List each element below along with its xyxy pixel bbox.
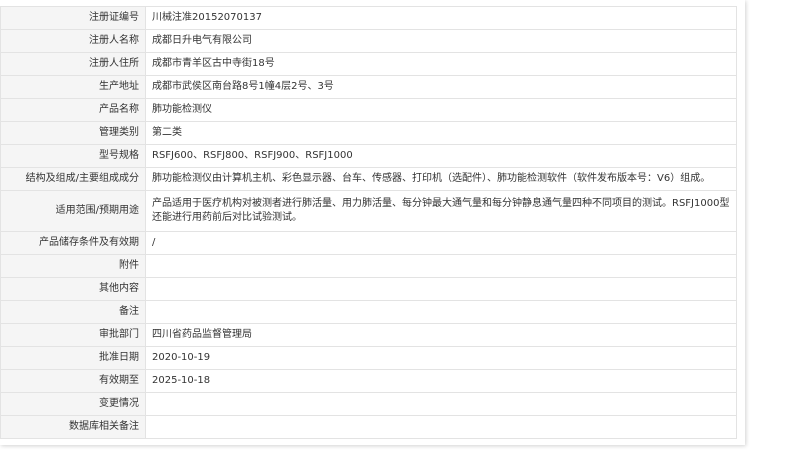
row-value <box>145 254 737 278</box>
row-production-address: 生产地址 成都市武侯区南台路8号1幢4层2号、3号 <box>0 75 737 99</box>
row-valid-until: 有效期至 2025-10-18 <box>0 369 737 393</box>
row-label: 结构及组成/主要组成成分 <box>0 167 146 191</box>
row-label: 数据库相关备注 <box>0 415 146 439</box>
row-database-notes: 数据库相关备注 <box>0 415 737 439</box>
row-value: 2025-10-18 <box>145 369 737 393</box>
row-value <box>145 392 737 416</box>
row-value: 成都市青羊区古中寺街18号 <box>145 52 737 76</box>
row-registrant-name: 注册人名称 成都日升电气有限公司 <box>0 29 737 53</box>
row-value: 2020-10-19 <box>145 346 737 370</box>
row-product-name: 产品名称 肺功能检测仪 <box>0 98 737 122</box>
row-label: 批准日期 <box>0 346 146 370</box>
row-value: 肺功能检测仪由计算机主机、彩色显示器、台车、传感器、打印机（选配件）、肺功能检测… <box>145 167 737 191</box>
row-other-content: 其他内容 <box>0 277 737 301</box>
row-approval-department: 审批部门 四川省药品监督管理局 <box>0 323 737 347</box>
row-label: 生产地址 <box>0 75 146 99</box>
row-registrant-address: 注册人住所 成都市青羊区古中寺街18号 <box>0 52 737 76</box>
row-approval-date: 批准日期 2020-10-19 <box>0 346 737 370</box>
row-label: 适用范围/预期用途 <box>0 190 146 232</box>
row-label: 产品名称 <box>0 98 146 122</box>
row-change-history: 变更情况 <box>0 392 737 416</box>
row-attachments: 附件 <box>0 254 737 278</box>
row-value: / <box>145 231 737 255</box>
row-intended-use: 适用范围/预期用途 产品适用于医疗机构对被测者进行肺活量、用力肺活量、每分钟最大… <box>0 190 737 232</box>
row-label: 变更情况 <box>0 392 146 416</box>
row-value <box>145 300 737 324</box>
row-remarks: 备注 <box>0 300 737 324</box>
row-label: 注册证编号 <box>0 6 146 30</box>
row-structure-composition: 结构及组成/主要组成成分 肺功能检测仪由计算机主机、彩色显示器、台车、传感器、打… <box>0 167 737 191</box>
row-value <box>145 415 737 439</box>
row-value: 成都市武侯区南台路8号1幢4层2号、3号 <box>145 75 737 99</box>
row-label: 备注 <box>0 300 146 324</box>
row-value: 产品适用于医疗机构对被测者进行肺活量、用力肺活量、每分钟最大通气量和每分钟静息通… <box>145 190 737 232</box>
row-value: 肺功能检测仪 <box>145 98 737 122</box>
detail-panel: 注册证编号 川械注准20152070137 注册人名称 成都日升电气有限公司 注… <box>0 0 745 445</box>
row-label: 有效期至 <box>0 369 146 393</box>
row-label: 附件 <box>0 254 146 278</box>
row-label: 注册人名称 <box>0 29 146 53</box>
registration-detail-table: 注册证编号 川械注准20152070137 注册人名称 成都日升电气有限公司 注… <box>0 6 737 439</box>
row-storage-validity: 产品储存条件及有效期 / <box>0 231 737 255</box>
row-value: 四川省药品监督管理局 <box>145 323 737 347</box>
row-registration-number: 注册证编号 川械注准20152070137 <box>0 6 737 30</box>
row-management-category: 管理类别 第二类 <box>0 121 737 145</box>
row-value: 第二类 <box>145 121 737 145</box>
row-model-spec: 型号规格 RSFJ600、RSFJ800、RSFJ900、RSFJ1000 <box>0 144 737 168</box>
row-label: 注册人住所 <box>0 52 146 76</box>
row-value: 川械注准20152070137 <box>145 6 737 30</box>
row-value: RSFJ600、RSFJ800、RSFJ900、RSFJ1000 <box>145 144 737 168</box>
row-label: 管理类别 <box>0 121 146 145</box>
row-label: 其他内容 <box>0 277 146 301</box>
row-value <box>145 277 737 301</box>
row-label: 产品储存条件及有效期 <box>0 231 146 255</box>
row-label: 审批部门 <box>0 323 146 347</box>
row-value: 成都日升电气有限公司 <box>145 29 737 53</box>
row-label: 型号规格 <box>0 144 146 168</box>
